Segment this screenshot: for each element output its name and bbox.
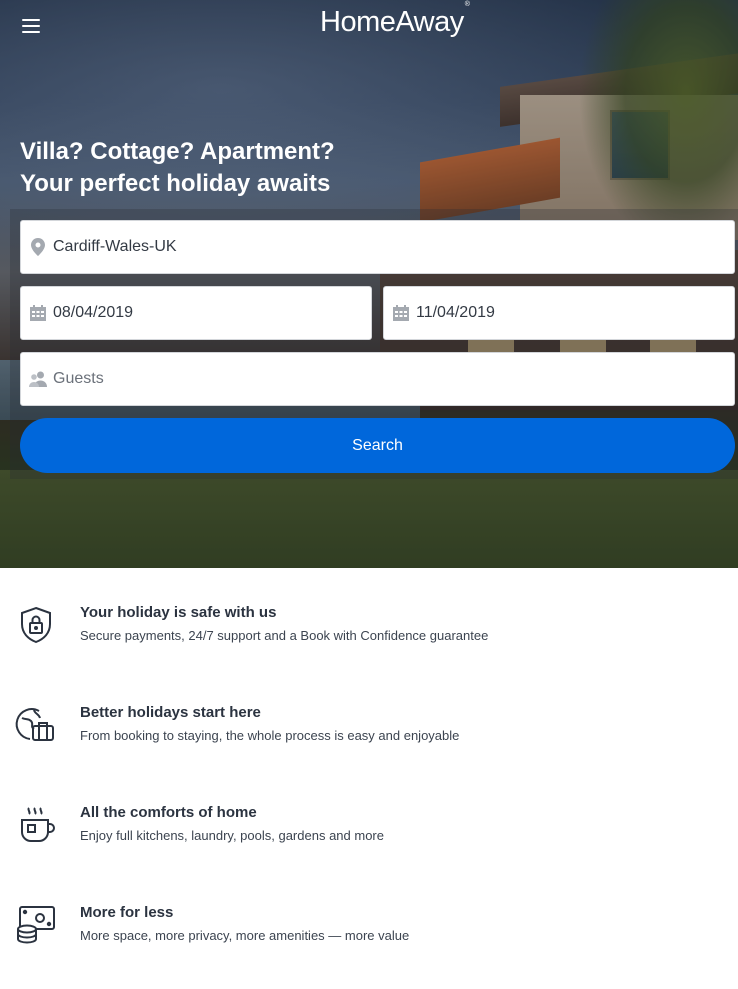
feature-safe-holiday: Your holiday is safe with us Secure paym… (0, 604, 738, 664)
hero-banner: HomeAway® Villa? Cottage? Apartment? You… (0, 0, 738, 568)
guests-placeholder: Guests (53, 370, 104, 387)
shield-lock-icon (14, 604, 58, 648)
feature-description: Enjoy full kitchens, laundry, pools, gar… (80, 828, 384, 843)
feature-description: From booking to staying, the whole proce… (80, 728, 460, 743)
feature-description: More space, more privacy, more amenities… (80, 928, 410, 943)
map-pin-icon (23, 238, 53, 256)
guests-field[interactable]: Guests (20, 352, 735, 406)
search-button[interactable]: Search (20, 418, 735, 473)
destination-field[interactable]: Cardiff-Wales-UK (20, 220, 735, 274)
guests-icon (23, 371, 53, 387)
feature-more-for-less: More for less More space, more privacy, … (0, 904, 738, 964)
calendar-icon (23, 305, 53, 321)
calendar-icon (386, 305, 416, 321)
feature-description: Secure payments, 24/7 support and a Book… (80, 628, 489, 643)
logo-registered-mark: ® (464, 1, 470, 9)
headline-line-1: Villa? Cottage? Apartment? (20, 138, 335, 165)
globe-suitcase-icon (14, 704, 58, 748)
feature-comforts: All the comforts of home Enjoy full kitc… (0, 804, 738, 864)
homeaway-logo[interactable]: HomeAway® (320, 1, 470, 39)
feature-title: All the comforts of home (80, 804, 257, 821)
logo-text: HomeAway (320, 6, 464, 38)
checkout-date-value: 11/04/2019 (416, 304, 495, 321)
hamburger-menu-icon[interactable] (22, 16, 44, 36)
feature-better-holidays: Better holidays start here From booking … (0, 704, 738, 764)
search-button-label: Search (352, 436, 403, 454)
feature-title: Your holiday is safe with us (80, 604, 277, 621)
destination-value: Cardiff-Wales-UK (53, 238, 177, 255)
headline-line-2: Your perfect holiday awaits (20, 170, 331, 197)
hero-headline: Villa? Cottage? Apartment? Your perfect … (20, 136, 335, 200)
feature-title: More for less (80, 904, 174, 921)
money-coins-icon (14, 904, 58, 948)
steaming-cup-icon (14, 804, 58, 848)
checkin-date-field[interactable]: 08/04/2019 (20, 286, 372, 340)
checkin-date-value: 08/04/2019 (53, 304, 134, 321)
checkout-date-field[interactable]: 11/04/2019 (383, 286, 735, 340)
feature-title: Better holidays start here (80, 704, 261, 721)
